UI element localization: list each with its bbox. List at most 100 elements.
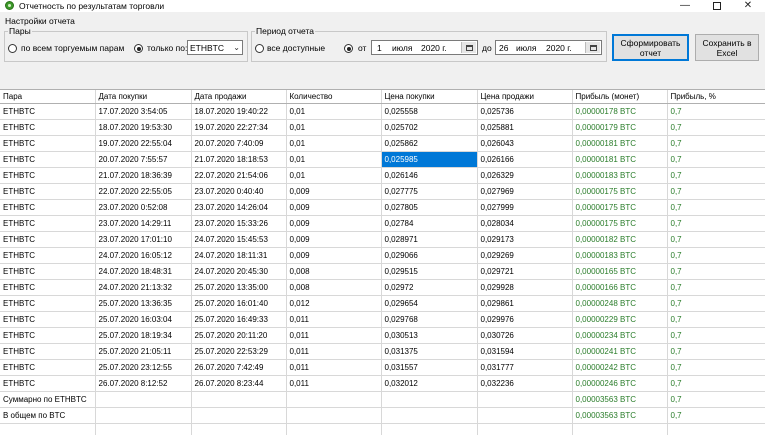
table-cell[interactable]: 0,028034 [477,215,573,232]
table-row[interactable]: Суммарно по ETHBTC 0,00003563 BTC 0,7 [0,391,765,408]
date-from-month[interactable]: июля [392,43,413,53]
table-cell[interactable]: 0,7 [667,119,765,136]
table-cell[interactable]: 25.07.2020 23:12:55 [95,359,192,376]
close-button[interactable]: ✕ [731,0,765,12]
table-row[interactable]: ETHBTC 24.07.2020 16:05:12 24.07.2020 18:1… [0,247,765,264]
table-cell[interactable]: 24.07.2020 18:48:31 [95,263,192,280]
table-cell[interactable]: 0,00000178 BTC [572,103,668,120]
column-header[interactable]: Прибыль (монет) [572,90,668,104]
table-cell[interactable]: ETHBTC [0,231,96,248]
table-cell[interactable]: 0,027775 [381,183,478,200]
column-header[interactable]: Цена покупки [381,90,478,104]
table-row[interactable]: ETHBTC 17.07.2020 3:54:05 18.07.2020 19:40… [0,103,765,120]
maximize-button[interactable] [700,0,734,12]
table-cell[interactable]: 0,012 [286,295,382,312]
table-cell[interactable]: 0,01 [286,135,382,152]
date-to-picker[interactable]: 26 июля 2020 г. [495,40,602,55]
save-excel-button[interactable]: Сохранить в Excel [695,34,759,61]
table-cell[interactable]: 18.07.2020 19:40:22 [191,103,287,120]
table-cell[interactable]: 23.07.2020 17:01:10 [95,231,192,248]
table-cell[interactable]: 25.07.2020 22:53:29 [191,343,287,360]
table-cell[interactable]: ETHBTC [0,343,96,360]
table-cell[interactable]: 0,00000175 BTC [572,199,668,216]
table-cell[interactable]: 0,009 [286,199,382,216]
table-cell[interactable]: ETHBTC [0,119,96,136]
table-cell[interactable] [667,423,765,435]
table-cell[interactable] [95,423,192,435]
table-cell[interactable]: 0,7 [667,247,765,264]
table-cell[interactable]: 0,031777 [477,359,573,376]
column-header[interactable]: Количество [286,90,382,104]
table-row[interactable]: ETHBTC 25.07.2020 16:03:04 25.07.2020 16:4… [0,311,765,328]
table-cell[interactable]: 26.07.2020 8:23:44 [191,375,287,392]
table-cell[interactable] [286,423,382,435]
table-cell[interactable]: 0,00000234 BTC [572,327,668,344]
table-cell[interactable]: 0,027805 [381,199,478,216]
date-from-year[interactable]: 2020 г. [421,43,447,53]
table-cell[interactable] [191,391,287,408]
table-cell[interactable]: 26.07.2020 7:42:49 [191,359,287,376]
table-cell[interactable]: 24.07.2020 15:45:53 [191,231,287,248]
table-cell[interactable] [477,423,573,435]
table-cell[interactable]: 25.07.2020 18:19:34 [95,327,192,344]
table-cell[interactable]: 0,7 [667,327,765,344]
table-cell[interactable]: 26.07.2020 8:12:52 [95,375,192,392]
table-cell[interactable]: 0,00000183 BTC [572,167,668,184]
table-cell[interactable]: 0,7 [667,135,765,152]
table-cell[interactable]: ETHBTC [0,327,96,344]
table-cell[interactable]: 25.07.2020 21:05:11 [95,343,192,360]
table-cell[interactable]: 0,009 [286,231,382,248]
table-cell[interactable]: 23.07.2020 0:40:40 [191,183,287,200]
minimize-button[interactable]: — [668,0,702,12]
table-cell[interactable]: 0,7 [667,167,765,184]
table-cell[interactable]: 0,025558 [381,103,478,120]
table-cell[interactable]: 0,026043 [477,135,573,152]
table-cell[interactable]: 20.07.2020 7:55:57 [95,151,192,168]
table-row[interactable]: ETHBTC 23.07.2020 0:52:08 23.07.2020 14:26… [0,199,765,216]
date-to-month[interactable]: июля [516,43,537,53]
table-cell[interactable]: 0,026329 [477,167,573,184]
table-cell[interactable]: 0,029721 [477,263,573,280]
table-cell[interactable]: ETHBTC [0,199,96,216]
table-cell[interactable]: 0,7 [667,183,765,200]
table-cell[interactable]: 20.07.2020 7:40:09 [191,135,287,152]
table-cell[interactable]: Суммарно по ETHBTC [0,391,96,408]
table-row[interactable]: ETHBTC 24.07.2020 18:48:31 24.07.2020 20:4… [0,263,765,280]
table-cell[interactable]: ETHBTC [0,247,96,264]
table-cell[interactable]: 0,7 [667,215,765,232]
table-cell[interactable]: 0,025702 [381,119,478,136]
date-from-day[interactable]: 1 [377,43,382,53]
table-cell[interactable]: 0,027999 [477,199,573,216]
table-cell[interactable]: ETHBTC [0,295,96,312]
table-cell[interactable]: ETHBTC [0,183,96,200]
table-cell[interactable] [286,391,382,408]
table-cell[interactable]: 0,032236 [477,375,573,392]
table-cell[interactable]: 0,029768 [381,311,478,328]
table-cell[interactable] [286,407,382,424]
table-cell[interactable] [572,423,668,435]
table-cell[interactable]: 0,027969 [477,183,573,200]
column-header[interactable]: Дата покупки [95,90,192,104]
table-cell[interactable]: 17.07.2020 3:54:05 [95,103,192,120]
column-header[interactable]: Прибыль, % [667,90,765,104]
table-cell[interactable]: В общем по BTC [0,407,96,424]
table-cell[interactable]: 24.07.2020 20:45:30 [191,263,287,280]
table-cell[interactable]: 0,029066 [381,247,478,264]
table-row[interactable]: ETHBTC 25.07.2020 23:12:55 26.07.2020 7:42… [0,359,765,376]
table-cell[interactable]: ETHBTC [0,167,96,184]
table-cell[interactable]: 0,7 [667,311,765,328]
table-cell[interactable]: 0,011 [286,327,382,344]
table-cell[interactable]: 0,7 [667,295,765,312]
column-header[interactable]: Дата продажи [191,90,287,104]
column-header[interactable]: Пара [0,90,96,104]
column-header[interactable]: Цена продажи [477,90,573,104]
table-cell[interactable]: 0,028971 [381,231,478,248]
table-cell[interactable]: 0,029515 [381,263,478,280]
table-cell[interactable]: 23.07.2020 15:33:26 [191,215,287,232]
table-cell[interactable]: ETHBTC [0,103,96,120]
radio-all-period[interactable] [255,44,264,53]
table-cell[interactable]: 0,029861 [477,295,573,312]
table-row[interactable] [0,423,765,435]
table-cell[interactable]: 0,031594 [477,343,573,360]
table-cell[interactable] [381,407,478,424]
